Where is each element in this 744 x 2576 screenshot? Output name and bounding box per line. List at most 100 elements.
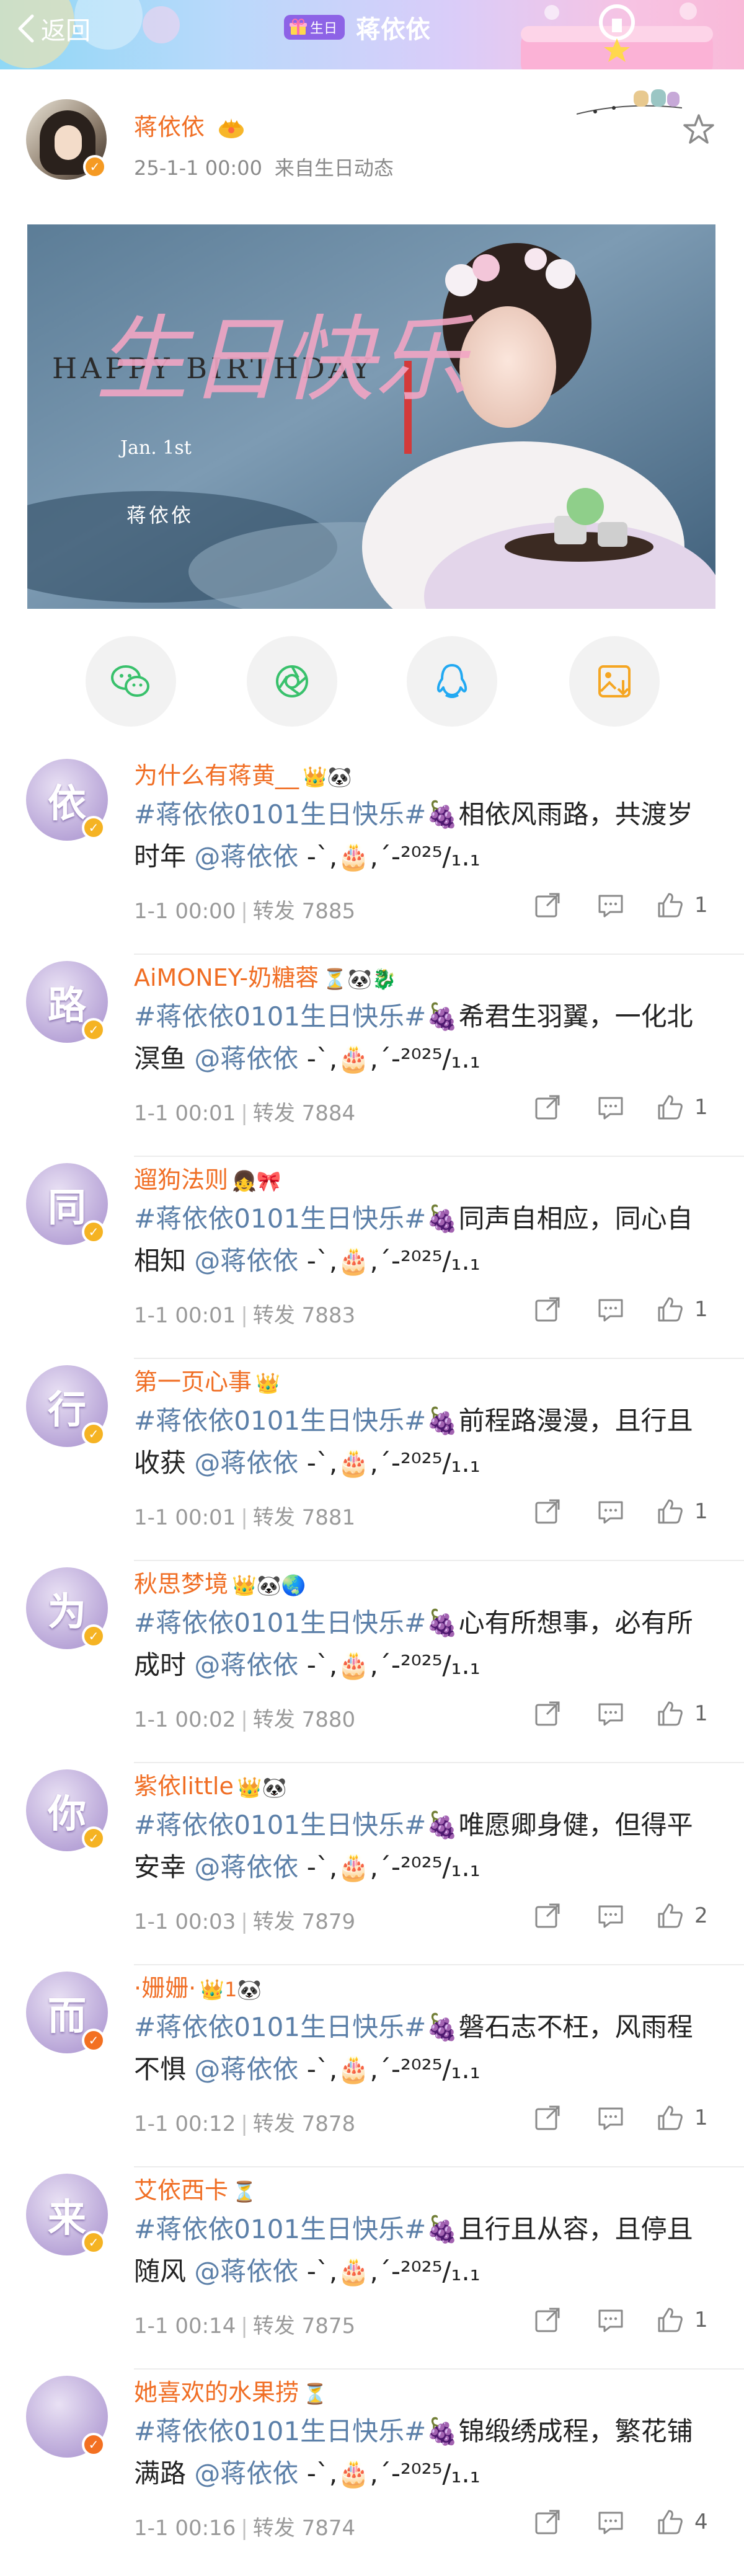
comment-text: #蒋依依0101生日快乐#🍇相依风雨路，共渡岁时年 @蒋依依 -ˋ,🎂,ˊ-²⁰… — [134, 794, 704, 878]
post-source[interactable]: 来自生日动态 — [275, 156, 394, 180]
hashtag-link[interactable]: #蒋依依0101生日快乐# — [134, 1203, 426, 1234]
verified-badge — [82, 2231, 105, 2254]
reply-button[interactable] — [596, 1494, 625, 1529]
share-qq-button[interactable] — [407, 636, 497, 727]
star-favorite-icon[interactable] — [682, 113, 715, 146]
comment-item[interactable]: 依为什么有蒋黄__👑🐼#蒋依依0101生日快乐#🍇相依风雨路，共渡岁时年 @蒋依… — [0, 754, 744, 956]
repost-button[interactable] — [533, 1494, 562, 1529]
name-emoji-badges: 👑 — [255, 1371, 280, 1395]
reply-button[interactable] — [596, 1292, 625, 1327]
commenter-name[interactable]: AiMONEY-奶糖蓉 — [134, 964, 319, 991]
repost-button[interactable] — [533, 2100, 562, 2135]
like-button[interactable]: 1 — [656, 1696, 708, 1731]
share-wechat-button[interactable] — [86, 636, 176, 727]
comment-item[interactable]: 路AiMONEY-奶糖蓉⏳🐼🐉#蒋依依0101生日快乐#🍇希君生羽翼，一化北溟鱼… — [0, 956, 744, 1158]
commenter-name-row[interactable]: 紫依little 👑🐼 — [134, 1767, 287, 1801]
commenter-name-row[interactable]: AiMONEY-奶糖蓉 ⏳🐼🐉 — [134, 958, 397, 993]
commenter-name[interactable]: 秋思梦境 — [134, 1570, 228, 1598]
top-header: 返回 生日 蒋依依 — [0, 0, 744, 69]
commenter-name[interactable]: 她喜欢的水果捞 — [134, 2379, 299, 2406]
comment-time: 1-1 00:02 — [134, 1707, 236, 1732]
comment-item[interactable]: 她喜欢的水果捞⏳#蒋依依0101生日快乐#🍇锦缎绣成程，繁花铺满路 @蒋依依 -… — [0, 2371, 744, 2573]
hashtag-link[interactable]: #蒋依依0101生日快乐# — [134, 2214, 426, 2244]
reply-button[interactable] — [596, 2100, 625, 2135]
hashtag-link[interactable]: #蒋依依0101生日快乐# — [134, 1608, 426, 1638]
hashtag-link[interactable]: #蒋依依0101生日快乐# — [134, 1810, 426, 1840]
birthday-banner-image[interactable]: HAPPY BIRTHDAY 生日快乐 Jan. 1st 蒋依依 — [27, 224, 715, 609]
share-moments-button[interactable] — [247, 636, 337, 727]
reply-button[interactable] — [596, 888, 625, 923]
verified-badge — [82, 1220, 105, 1244]
comment-item[interactable]: 你紫依little👑🐼#蒋依依0101生日快乐#🍇唯愿卿身健，但得平安幸 @蒋依… — [0, 1764, 744, 1967]
repost-button[interactable] — [533, 888, 562, 923]
mention-link[interactable]: @蒋依依 — [194, 1650, 298, 1680]
cake-decoration — [515, 0, 719, 69]
separator: | — [241, 2516, 248, 2541]
comment-icon — [598, 1097, 623, 1120]
comment-actions: 1 — [533, 1494, 719, 1529]
like-count: 1 — [694, 2105, 708, 2130]
mention-link[interactable]: @蒋依依 — [194, 1852, 298, 1882]
comment-item[interactable]: 来艾依西卡⏳#蒋依依0101生日快乐#🍇且行且从容，且停且随风 @蒋依依 -ˋ,… — [0, 2169, 744, 2371]
repost-button[interactable] — [533, 1292, 562, 1327]
hashtag-link[interactable]: #蒋依依0101生日快乐# — [134, 1001, 426, 1032]
repost-button[interactable] — [533, 1898, 562, 1933]
like-button[interactable]: 1 — [656, 2303, 708, 2337]
like-button[interactable]: 1 — [656, 1292, 708, 1327]
hashtag-link[interactable]: #蒋依依0101生日快乐# — [134, 2012, 426, 2042]
repost-icon — [535, 1095, 560, 1120]
mention-link[interactable]: @蒋依依 — [194, 2458, 298, 2489]
birds-decoration — [577, 89, 682, 115]
reply-button[interactable] — [596, 2303, 625, 2337]
commenter-name-row[interactable]: ·姗姗· 👑1🐼 — [134, 1969, 262, 2003]
mention-link[interactable]: @蒋依依 — [194, 1246, 298, 1276]
mention-link[interactable]: @蒋依依 — [194, 1043, 298, 1074]
repost-button[interactable] — [533, 1696, 562, 1731]
repost-button[interactable] — [533, 2505, 562, 2539]
reply-button[interactable] — [596, 2505, 625, 2539]
commenter-name[interactable]: 艾依西卡 — [134, 2177, 228, 2204]
reply-button[interactable] — [596, 1090, 625, 1125]
commenter-name-row[interactable]: 她喜欢的水果捞 ⏳ — [134, 2373, 327, 2407]
like-count: 1 — [694, 1095, 708, 1120]
hashtag-link[interactable]: #蒋依依0101生日快乐# — [134, 2416, 426, 2446]
back-button[interactable]: 返回 — [16, 10, 91, 47]
commenter-name[interactable]: 为什么有蒋黄__ — [134, 762, 299, 789]
post-author[interactable]: 蒋依依 — [134, 108, 246, 142]
hashtag-link[interactable]: #蒋依依0101生日快乐# — [134, 1405, 426, 1436]
commenter-name[interactable]: 紫依little — [134, 1773, 234, 1800]
comment-suffix: -ˋ,🎂,ˊ-²⁰²⁵/₁.₁ — [306, 1246, 480, 1276]
commenter-name-row[interactable]: 第一页心事 👑 — [134, 1363, 280, 1397]
commenter-name[interactable]: 遛狗法则 — [134, 1166, 228, 1193]
thumbs-up-icon — [658, 1297, 683, 1322]
commenter-name-row[interactable]: 秋思梦境 👑🐼🌏 — [134, 1565, 306, 1599]
commenter-name[interactable]: 第一页心事 — [134, 1368, 252, 1396]
comment-item[interactable]: 而·姗姗·👑1🐼#蒋依依0101生日快乐#🍇磐石志不枉，风雨程不惧 @蒋依依 -… — [0, 1967, 744, 2169]
like-button[interactable]: 1 — [656, 2100, 708, 2135]
reply-button[interactable] — [596, 1898, 625, 1933]
like-button[interactable]: 1 — [656, 1090, 708, 1125]
like-button[interactable]: 1 — [656, 888, 708, 923]
save-image-button[interactable] — [569, 636, 660, 727]
mention-link[interactable]: @蒋依依 — [194, 2256, 298, 2286]
like-button[interactable]: 1 — [656, 1494, 708, 1529]
commenter-name-row[interactable]: 遛狗法则 👧🎀 — [134, 1161, 281, 1195]
comment-item[interactable]: 为秋思梦境👑🐼🌏#蒋依依0101生日快乐#🍇心有所想事，必有所成时 @蒋依依 -… — [0, 1562, 744, 1764]
mention-link[interactable]: @蒋依依 — [194, 1448, 298, 1478]
commenter-name[interactable]: ·姗姗· — [134, 1975, 196, 2002]
author-name[interactable]: 蒋依依 — [134, 113, 205, 141]
like-button[interactable]: 2 — [656, 1898, 708, 1933]
repost-button[interactable] — [533, 1090, 562, 1125]
moments-icon — [276, 665, 308, 697]
like-button[interactable]: 4 — [656, 2505, 708, 2539]
comment-item[interactable]: 行第一页心事👑#蒋依依0101生日快乐#🍇前程路漫漫，且行且收获 @蒋依依 -ˋ… — [0, 1360, 744, 1562]
reply-button[interactable] — [596, 1696, 625, 1731]
commenter-name-row[interactable]: 为什么有蒋黄__ 👑🐼 — [134, 756, 352, 790]
hashtag-link[interactable]: #蒋依依0101生日快乐# — [134, 799, 426, 830]
mention-link[interactable]: @蒋依依 — [194, 841, 298, 872]
commenter-name-row[interactable]: 艾依西卡 ⏳ — [134, 2171, 257, 2205]
repost-button[interactable] — [533, 2303, 562, 2337]
mention-link[interactable]: @蒋依依 — [194, 2054, 298, 2084]
name-emoji-badges: ⏳ — [232, 2180, 257, 2203]
comment-item[interactable]: 同遛狗法则👧🎀#蒋依依0101生日快乐#🍇同声自相应，同心自相知 @蒋依依 -ˋ… — [0, 1158, 744, 1360]
